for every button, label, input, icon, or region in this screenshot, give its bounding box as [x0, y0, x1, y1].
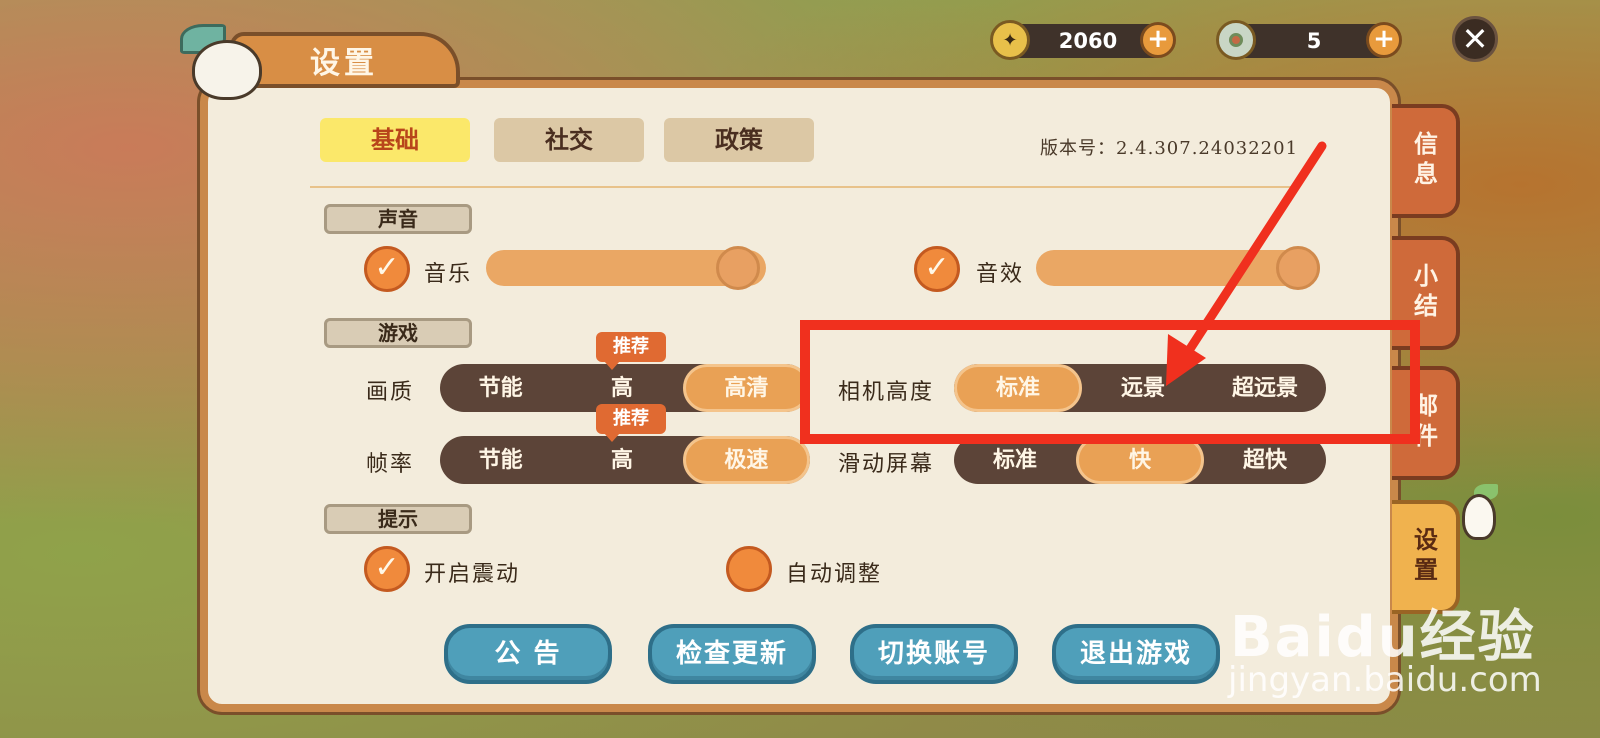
watermark-url: jingyan.baidu.com	[1228, 660, 1542, 700]
